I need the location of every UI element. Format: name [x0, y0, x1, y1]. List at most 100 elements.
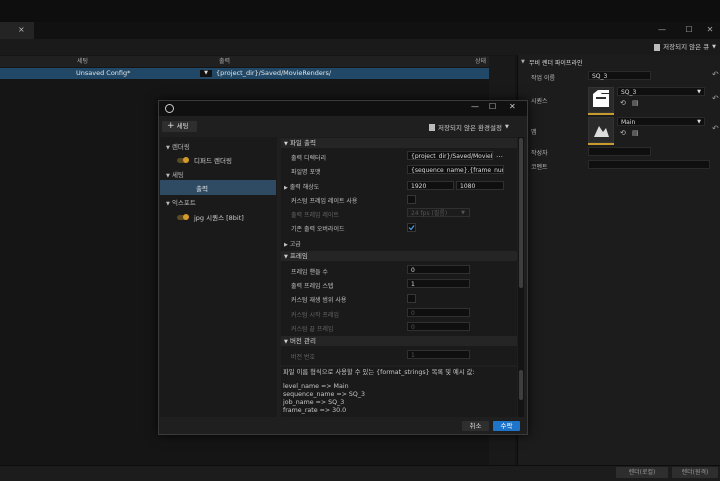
- custom-start-label: 커스텀 시작 프레임: [291, 312, 339, 319]
- filename-format-field[interactable]: {sequence_name}.{frame_number}: [407, 165, 504, 174]
- custom-start-field[interactable]: 0: [407, 308, 470, 317]
- minimize-icon[interactable]: —: [471, 102, 479, 111]
- tab-close-icon[interactable]: ×: [18, 25, 25, 34]
- version-label: 버전 번호: [291, 354, 315, 361]
- save-icon: [654, 43, 661, 51]
- comment-label: 코멘트: [531, 164, 548, 171]
- folder-icon[interactable]: ▤: [632, 99, 639, 107]
- column-header-settings[interactable]: 세팅: [77, 56, 88, 67]
- tree-item-output-selected[interactable]: 출력: [160, 180, 276, 195]
- column-header-output[interactable]: 출력: [219, 56, 230, 67]
- custom-frame-rate-checkbox[interactable]: [407, 195, 416, 204]
- advanced-label[interactable]: ▶ 고급: [284, 239, 301, 248]
- cancel-button[interactable]: 취소: [462, 421, 489, 431]
- browse-to-icon[interactable]: ⟲: [620, 99, 626, 107]
- author-label: 작성자: [531, 150, 548, 157]
- custom-range-label: 커스텀 재생 범위 사용: [291, 297, 347, 304]
- tree-item-jpg[interactable]: jpg 시퀀스 [8bit]: [177, 212, 244, 222]
- job-name-field[interactable]: SQ_3: [588, 71, 651, 80]
- tree-item-deferred[interactable]: 디퍼드 렌더링: [177, 155, 232, 165]
- queue-header: 세팅 출력 상태: [0, 56, 515, 67]
- browse-to-icon[interactable]: ⟲: [620, 129, 626, 137]
- format-help-line: level_name => Main: [283, 383, 349, 390]
- unsaved-queue-button[interactable]: 저장되지 않은 큐 ▼: [654, 41, 716, 53]
- accept-button[interactable]: 수락: [493, 421, 520, 431]
- render-remote-button[interactable]: 렌더(원격): [672, 467, 718, 478]
- enabled-dot-icon: [183, 157, 189, 163]
- output-dropdown-icon[interactable]: ▼: [200, 70, 212, 77]
- map-label: 맵: [531, 129, 537, 136]
- section-frames[interactable]: ▼ 프레임: [281, 251, 517, 261]
- main-toolbar: [0, 39, 720, 55]
- format-help-line: job_name => SQ_3: [283, 399, 345, 406]
- settings-tree: [160, 137, 277, 417]
- filename-format-label: 파일명 포맷: [291, 169, 321, 176]
- handle-frames-field[interactable]: 0: [407, 265, 470, 274]
- section-versioning[interactable]: ▼ 버전 관리: [281, 336, 517, 346]
- sequence-thumbnail-icon[interactable]: [588, 87, 614, 113]
- close-icon[interactable]: ✕: [703, 24, 717, 36]
- output-dir-field[interactable]: {project_dir}/Saved/MovieRe: [407, 151, 493, 160]
- map-picker[interactable]: Main ▼: [617, 117, 705, 126]
- comment-field[interactable]: [588, 160, 710, 169]
- output-dir-label: 출력 디렉터리: [291, 155, 327, 162]
- resolution-label[interactable]: ▶ 출력 해상도: [284, 182, 319, 191]
- chevron-down-icon: ▼: [504, 124, 509, 130]
- tree-section-export[interactable]: ▼ 익스포트: [166, 197, 196, 207]
- queue-row[interactable]: Unsaved Config* ▼ {project_dir}/Saved/Mo…: [0, 68, 489, 79]
- sequence-picker[interactable]: SQ_3 ▼: [617, 87, 705, 96]
- frame-rate-dropdown[interactable]: 24 fps (필름) ▼: [407, 208, 470, 217]
- scrollbar-thumb[interactable]: [519, 138, 523, 288]
- render-local-button[interactable]: 렌더(로컬): [616, 467, 668, 478]
- chevron-down-icon: ▼: [697, 89, 701, 95]
- map-asset-bar: [588, 143, 614, 145]
- output-step-field[interactable]: 1: [407, 279, 470, 288]
- custom-end-field[interactable]: 0: [407, 322, 470, 331]
- version-field[interactable]: 1: [407, 350, 470, 359]
- section-file-output[interactable]: ▼ 파일 출력: [281, 138, 517, 148]
- column-header-status[interactable]: 상태: [475, 56, 486, 67]
- unreal-logo-icon: [165, 104, 174, 113]
- panel-title: 무비 렌더 파이프라인: [529, 60, 583, 67]
- tree-section-settings[interactable]: ▼ 세팅: [166, 169, 184, 179]
- title-bar: [0, 0, 720, 22]
- resolution-width-field[interactable]: 1920: [407, 181, 454, 190]
- override-existing-label: 기존 출력 오버라이드: [291, 226, 345, 233]
- collapse-icon[interactable]: ▼: [521, 59, 525, 65]
- custom-frame-rate-label: 커스텀 프레임 레이트 사용: [291, 198, 358, 205]
- help-scrollbar-thumb[interactable]: [519, 370, 523, 400]
- map-thumbnail-icon[interactable]: [588, 117, 614, 143]
- author-field[interactable]: [588, 147, 651, 156]
- format-help-intro: 파일 이름 형식으로 사용할 수 있는 {format_strings} 목록 …: [283, 369, 475, 376]
- frame-rate-label: 출력 프레임 레이트: [291, 212, 339, 219]
- unsaved-config-button[interactable]: 저장되지 않은 환경설정 ▼: [429, 122, 509, 132]
- reset-icon[interactable]: ↶: [712, 124, 719, 133]
- format-help-line: sequence_name => SQ_3: [283, 391, 366, 398]
- custom-range-checkbox[interactable]: [407, 294, 416, 303]
- sequence-label: 시퀀스: [531, 98, 548, 105]
- chevron-down-icon: ▼: [697, 119, 701, 125]
- job-name-label: 작업 이름: [531, 75, 555, 82]
- output-step-label: 출력 프레임 스텝: [291, 283, 334, 290]
- folder-icon[interactable]: ▤: [632, 129, 639, 137]
- save-icon: [429, 123, 435, 131]
- minimize-icon[interactable]: —: [655, 24, 669, 36]
- reset-icon[interactable]: ↶: [712, 70, 719, 79]
- chevron-down-icon: ▼: [712, 44, 716, 50]
- tree-section-rendering[interactable]: ▼ 렌더링: [166, 141, 190, 151]
- tab-movie-render-queue[interactable]: ×: [0, 22, 34, 39]
- maximize-icon[interactable]: ☐: [682, 24, 696, 36]
- maximize-icon[interactable]: ☐: [489, 102, 496, 111]
- resolution-height-field[interactable]: 1080: [456, 181, 504, 190]
- reset-icon[interactable]: ↶: [712, 94, 719, 103]
- close-icon[interactable]: ✕: [509, 102, 516, 111]
- expand-icon: ▶: [284, 185, 288, 191]
- override-existing-checkbox[interactable]: [407, 223, 416, 232]
- output-path[interactable]: {project_dir}/Saved/MovieRenders/: [216, 68, 331, 79]
- config-link[interactable]: Unsaved Config*: [76, 68, 130, 79]
- more-options-icon[interactable]: …: [496, 151, 503, 159]
- add-setting-button[interactable]: + 세팅: [162, 121, 197, 132]
- sequence-asset-bar: [588, 113, 614, 115]
- enabled-dot-icon: [183, 214, 189, 220]
- dialog-toolbar: + 세팅 저장되지 않은 환경설정 ▼: [159, 118, 527, 136]
